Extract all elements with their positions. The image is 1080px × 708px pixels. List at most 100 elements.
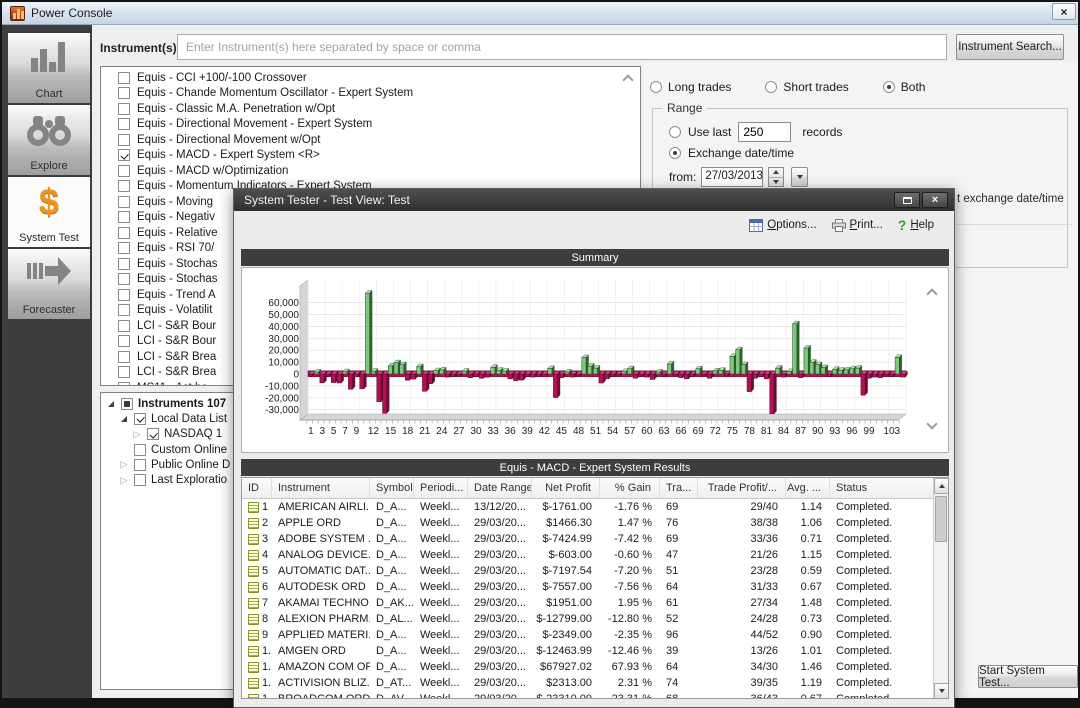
item-checkbox[interactable] [118,382,130,386]
header-cell[interactable]: % Gain [600,478,660,498]
item-checkbox[interactable] [118,118,130,130]
date-spinner[interactable] [768,167,784,187]
item-checkbox[interactable] [118,87,130,99]
tree-expander-icon[interactable]: ▷ [119,459,129,470]
item-checkbox[interactable] [118,351,130,363]
header-cell[interactable]: Status [830,478,935,498]
item-checkbox[interactable] [118,103,130,115]
scroll-down-button[interactable] [934,683,949,699]
tree-checkbox[interactable] [147,428,159,440]
tree-checkbox[interactable] [134,474,146,486]
table-row[interactable]: 1AMERICAN AIRLI...D_A...Weekl...13/12/20… [242,499,935,515]
table-row[interactable]: 1.AMGEN ORDD_A...Weekl...29/03/20...$-12… [242,643,935,659]
date-dropdown-button[interactable] [791,167,808,187]
svg-text:39: 39 [522,426,534,437]
expert-system-item[interactable]: Equis - Chande Momentum Oscillator - Exp… [101,86,640,102]
table-row[interactable]: 4ANALOG DEVICE...D_A...Weekl...29/03/20.… [242,547,935,563]
options-button[interactable]: Options... [749,219,816,232]
table-row[interactable]: 7AKAMAI TECHNO...D_AK...Weekl...29/03/20… [242,595,935,611]
item-checkbox[interactable] [118,196,130,208]
tree-checkbox[interactable] [134,413,146,425]
tree-checkbox[interactable] [134,444,146,456]
item-checkbox[interactable] [118,227,130,239]
tree-item-label: Instruments 107 [138,398,226,410]
header-cell[interactable]: Instrument [272,478,370,498]
dialog-close-button[interactable]: × [922,192,948,208]
instrument-input[interactable] [177,34,947,60]
table-row[interactable]: 1.AMAZON COM ORDD_A...Weekl...29/03/20..… [242,659,935,675]
item-label: LCI - S&R Brea [137,366,216,378]
item-checkbox[interactable] [118,335,130,347]
item-checkbox[interactable] [118,165,130,177]
item-checkbox[interactable] [118,242,130,254]
tree-expander-icon[interactable]: ◢ [106,399,116,408]
sidebar-item-chart[interactable]: Chart [8,33,90,103]
dialog-maximize-button[interactable] [894,192,920,208]
result-icon [248,694,259,700]
header-cell[interactable]: Symbol [370,478,414,498]
table-scrollbar[interactable] [933,478,948,698]
radio-option[interactable]: Both [883,80,926,94]
header-cell[interactable]: Trade Profit/... [698,478,786,498]
item-checkbox[interactable] [118,134,130,146]
use-last-radio[interactable] [669,126,681,138]
header-cell[interactable]: Tra... [660,478,698,498]
header-cell[interactable]: Avg. ... [786,478,830,498]
item-checkbox[interactable] [118,320,130,332]
sidebar-item-system-test[interactable]: $ System Test [8,177,90,247]
radio-icon[interactable] [650,81,662,93]
expert-system-item[interactable]: Equis - Directional Movement - Expert Sy… [101,117,640,133]
tree-expander-icon[interactable]: ◢ [119,414,129,423]
table-row[interactable]: 6AUTODESK ORDD_A...Weekl...29/03/20...$-… [242,579,935,595]
scroll-up-button[interactable] [934,478,949,494]
start-system-test-button[interactable]: Start System Test... [978,665,1078,688]
table-row[interactable]: 1.BROADCOM ORDD_AV...Weekl...29/03/20...… [242,691,935,699]
sidebar-item-forecaster[interactable]: Forecaster [8,249,90,319]
expert-system-item[interactable]: Equis - Directional Movement w/Opt [101,132,640,148]
radio-option[interactable]: Long trades [650,80,731,94]
table-row[interactable]: 1.ACTIVISION BLIZ...D_AT...Weekl...29/03… [242,675,935,691]
help-button[interactable]: ? Help [898,217,934,233]
item-checkbox[interactable] [118,149,130,161]
expert-system-item[interactable]: Equis - MACD - Expert System <R> [101,148,640,164]
table-row[interactable]: 2APPLE ORDD_A...Weekl...29/03/20...$1466… [242,515,935,531]
item-checkbox[interactable] [118,304,130,316]
tree-checkbox[interactable] [134,459,146,471]
sidebar-item-explore[interactable]: Explore [8,105,90,175]
table-row[interactable]: 9APPLIED MATERI...D_A...Weekl...29/03/20… [242,627,935,643]
records-count-input[interactable] [738,122,791,142]
item-checkbox[interactable] [118,211,130,223]
expert-system-item[interactable]: Equis - MACD w/Optimization [101,163,640,179]
radio-option[interactable]: Short trades [765,80,848,94]
spinner-down-icon[interactable] [773,180,779,184]
expert-system-item[interactable]: Equis - Classic M.A. Penetration w/Opt [101,101,640,117]
window-close-button[interactable]: × [1052,3,1076,20]
item-checkbox[interactable] [118,289,130,301]
header-cell[interactable]: ID [242,478,272,498]
tree-expander-icon[interactable]: ▷ [119,475,129,486]
table-row[interactable]: 3ADOBE SYSTEM ...D_A...Weekl...29/03/20.… [242,531,935,547]
radio-icon[interactable] [765,81,777,93]
header-cell[interactable]: Net Profit [532,478,600,498]
date-input[interactable]: 27/03/2013 [701,167,763,187]
row-id-cell: 4 [242,547,272,563]
exchange-datetime-radio[interactable] [669,147,681,159]
table-row[interactable]: 8ALEXION PHARM...D_AL...Weekl...29/03/20… [242,611,935,627]
scroll-thumb[interactable] [935,496,947,542]
item-checkbox[interactable] [118,258,130,270]
item-checkbox[interactable] [118,366,130,378]
item-checkbox[interactable] [118,273,130,285]
instrument-search-button[interactable]: Instrument Search... [956,34,1064,60]
radio-icon[interactable] [883,81,895,93]
expert-system-item[interactable]: Equis - CCI +100/-100 Crossover [101,70,640,86]
row-id-cell: 3 [242,531,272,547]
print-button[interactable]: Print... [832,219,883,232]
table-row[interactable]: 5AUTOMATIC DAT...D_A...Weekl...29/03/20.… [242,563,935,579]
tree-checkbox[interactable] [121,398,133,410]
tree-expander-icon[interactable]: ▷ [132,429,142,440]
header-cell[interactable]: Date Range [468,478,532,498]
spinner-up-icon[interactable] [773,170,779,174]
item-checkbox[interactable] [118,72,130,84]
item-checkbox[interactable] [118,180,130,192]
header-cell[interactable]: Periodi... [414,478,468,498]
